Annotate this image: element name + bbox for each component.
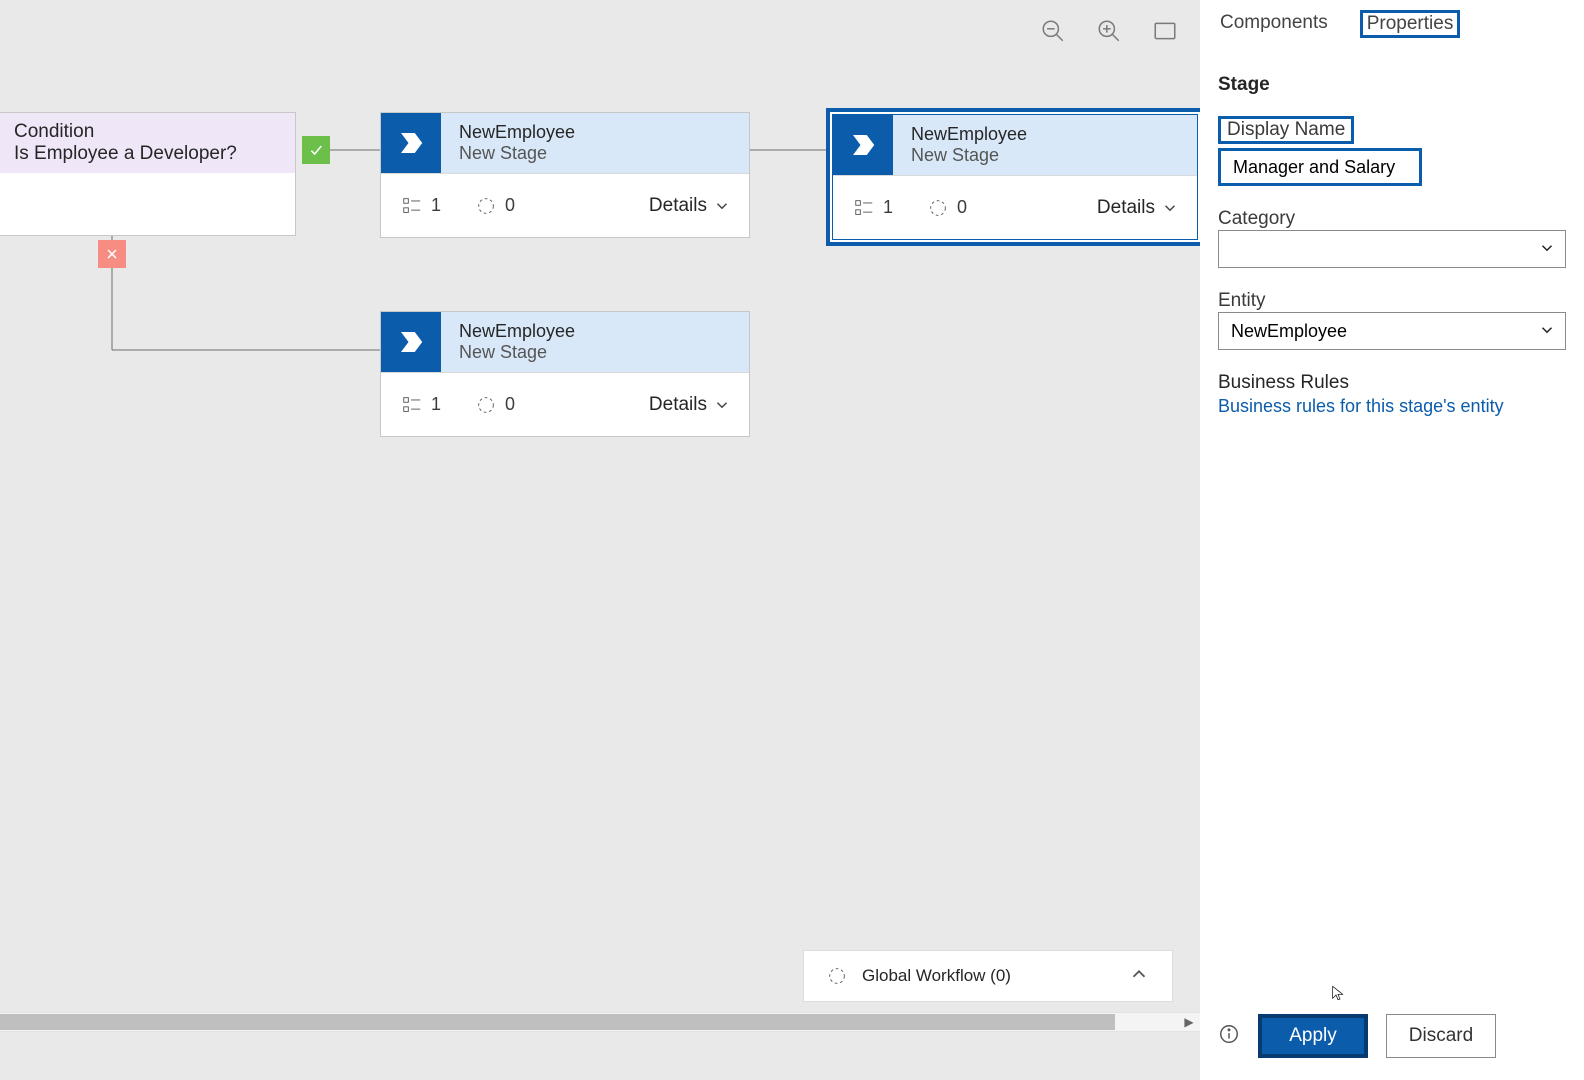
stage-icon (381, 113, 441, 173)
stage-workflow-count: 0 (927, 197, 967, 219)
info-icon[interactable] (1218, 1023, 1240, 1050)
stage-details-toggle[interactable]: Details (649, 195, 731, 217)
stage-name: New Stage (459, 143, 749, 164)
horizontal-scrollbar[interactable]: ▶ (0, 1012, 1200, 1032)
zoom-in-icon[interactable] (1096, 18, 1122, 49)
cursor-icon (1330, 983, 1346, 1008)
stage-card-selected[interactable]: NewEmployee New Stage 1 0 Details (826, 108, 1204, 246)
apply-button[interactable]: Apply (1258, 1014, 1368, 1058)
tab-properties[interactable]: Properties (1360, 10, 1461, 38)
stage-icon (381, 312, 441, 372)
stage-card[interactable]: NewEmployee New Stage 1 0 Details (380, 112, 750, 238)
condition-node[interactable]: Condition Is Employee a Developer? (0, 112, 296, 236)
global-workflow-label: Global Workflow (0) (862, 966, 1011, 986)
chevron-up-icon (1128, 963, 1150, 990)
branch-yes-icon (302, 136, 330, 164)
stage-entity: NewEmployee (459, 122, 749, 143)
global-workflow-bar[interactable]: Global Workflow (0) (803, 950, 1173, 1002)
condition-question: Is Employee a Developer? (14, 143, 281, 165)
stage-step-count: 1 (401, 195, 441, 217)
stage-workflow-count: 0 (475, 195, 515, 217)
business-rules-label: Business Rules (1218, 372, 1566, 394)
properties-panel: Components Properties Stage Display Name… (1200, 0, 1584, 1080)
stage-entity: NewEmployee (459, 321, 749, 342)
stage-workflow-count: 0 (475, 394, 515, 416)
stage-details-toggle[interactable]: Details (1097, 197, 1179, 219)
canvas-tools (1040, 18, 1178, 49)
fit-screen-icon[interactable] (1152, 18, 1178, 49)
stage-card[interactable]: NewEmployee New Stage 1 0 Details (380, 311, 750, 437)
workflow-icon (826, 965, 848, 987)
stage-entity: NewEmployee (911, 124, 1197, 145)
stage-step-count: 1 (401, 394, 441, 416)
branch-no-icon (98, 240, 126, 268)
panel-section-title: Stage (1218, 74, 1566, 96)
tab-components[interactable]: Components (1218, 10, 1330, 36)
stage-name: New Stage (911, 145, 1197, 166)
stage-name: New Stage (459, 342, 749, 363)
business-rules-link[interactable]: Business rules for this stage's entity (1218, 396, 1566, 417)
category-label: Category (1218, 208, 1295, 230)
stage-step-count: 1 (853, 197, 893, 219)
discard-button[interactable]: Discard (1386, 1014, 1496, 1058)
entity-label: Entity (1218, 290, 1266, 312)
category-select[interactable] (1218, 230, 1566, 268)
entity-select[interactable]: NewEmployee (1218, 312, 1566, 350)
condition-type-label: Condition (14, 121, 281, 143)
stage-details-toggle[interactable]: Details (649, 394, 731, 416)
zoom-out-icon[interactable] (1040, 18, 1066, 49)
designer-canvas[interactable]: Condition Is Employee a Developer? NewEm… (0, 0, 1200, 1080)
stage-icon (833, 115, 893, 175)
display-name-input[interactable] (1218, 148, 1422, 186)
display-name-label: Display Name (1227, 119, 1345, 141)
